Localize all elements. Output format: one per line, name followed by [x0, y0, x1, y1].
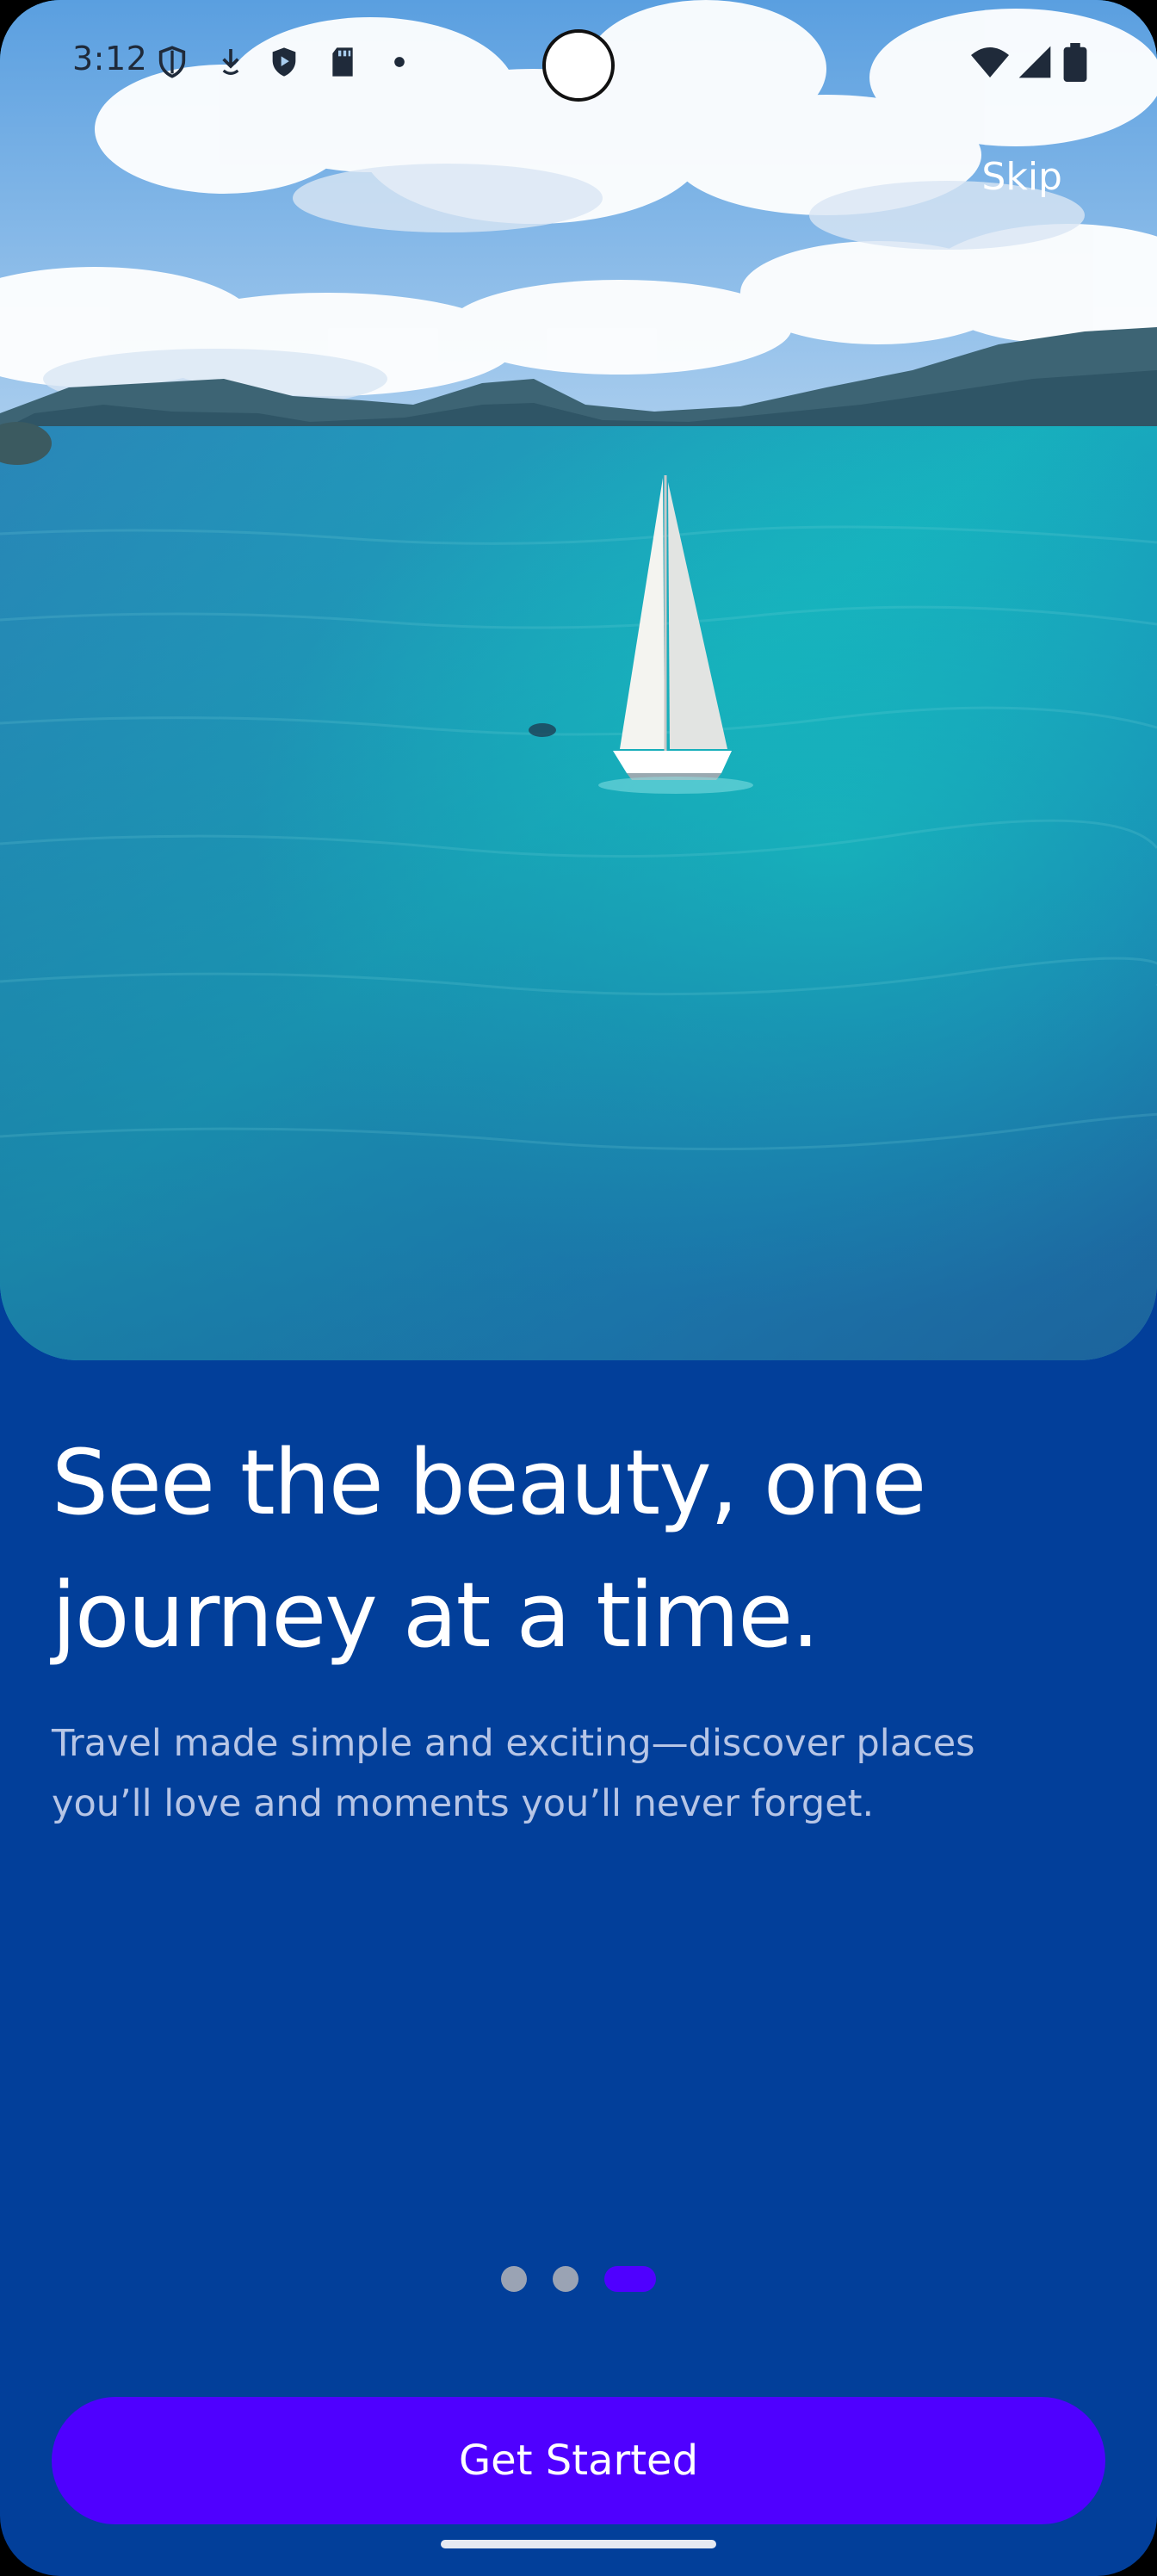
camera-cutout [542, 29, 615, 102]
page-dot-1[interactable] [501, 2266, 527, 2292]
shield-play-icon [272, 47, 296, 77]
skip-button[interactable]: Skip [981, 155, 1062, 199]
download-icon [222, 49, 239, 75]
dot-icon [394, 57, 405, 67]
headline-line-1: See the beauty, one [52, 1430, 926, 1535]
status-bar: 3:12 [0, 0, 1157, 129]
onboarding-screen: 3:12 Skip See the beauty, one journey at… [0, 0, 1157, 2576]
get-started-button[interactable]: Get Started [52, 2397, 1105, 2524]
battery-icon [1063, 43, 1087, 83]
shield-outline-icon [158, 46, 186, 78]
description-text: Travel made simple and exciting—discover… [52, 1713, 1102, 1834]
description-line-1: Travel made simple and exciting—discover… [52, 1722, 975, 1765]
sd-card-icon [332, 47, 353, 77]
cellular-signal-icon [1018, 46, 1051, 78]
headline: See the beauty, one journey at a time. [52, 1416, 1085, 1681]
wifi-icon [971, 47, 1009, 77]
status-time: 3:12 [72, 40, 148, 77]
page-indicator [0, 2266, 1157, 2292]
hero-image [0, 0, 1157, 1360]
page-dot-2[interactable] [553, 2266, 578, 2292]
sailboat-scene-image [0, 0, 1157, 1360]
home-indicator[interactable] [441, 2540, 716, 2548]
page-dot-3-active[interactable] [604, 2266, 656, 2292]
headline-line-2: journey at a time. [52, 1563, 820, 1668]
description-line-2: you’ll love and moments you’ll never for… [52, 1782, 875, 1825]
